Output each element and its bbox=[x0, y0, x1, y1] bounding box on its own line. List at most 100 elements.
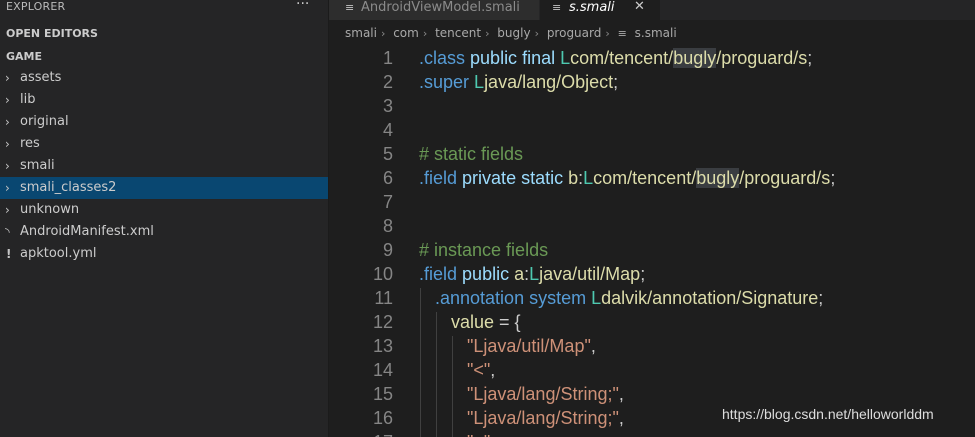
token: b bbox=[568, 168, 579, 188]
line-number: 11 bbox=[374, 288, 393, 308]
tree-item-assets[interactable]: › assets bbox=[0, 67, 328, 89]
breadcrumb-item[interactable]: bugly bbox=[497, 26, 530, 40]
line-number: 2 bbox=[382, 72, 393, 92]
chevron-right-icon: › bbox=[5, 159, 10, 173]
token: ; bbox=[830, 168, 836, 188]
code-line: .field public a:Ljava/util/Map; bbox=[419, 264, 645, 285]
line-number: 10 bbox=[372, 264, 393, 284]
token: .annotation bbox=[435, 288, 525, 308]
chevron-right-icon: › bbox=[380, 27, 386, 40]
line-number: 12 bbox=[372, 312, 393, 332]
line-number: 16 bbox=[372, 408, 393, 428]
tree-item-lib[interactable]: › lib bbox=[0, 89, 328, 111]
token: /proguard/s bbox=[716, 48, 808, 68]
token: "Ljava/lang/String;" bbox=[467, 384, 619, 404]
tree-item-androidmanifest[interactable]: ◝ AndroidManifest.xml bbox=[0, 221, 328, 243]
token: ; bbox=[613, 72, 619, 92]
chevron-right-icon: › bbox=[422, 27, 428, 40]
tree-item-label: smali bbox=[20, 158, 55, 173]
chevron-right-icon: › bbox=[605, 27, 610, 40]
token: value bbox=[451, 312, 495, 332]
lines-file-icon: ≡ bbox=[617, 27, 627, 40]
yaml-file-icon: ! bbox=[6, 247, 12, 261]
code-line: "<", bbox=[467, 360, 495, 381]
token: L bbox=[583, 168, 594, 188]
line-number: 15 bbox=[372, 384, 393, 404]
code-line: .class public final Lcom/tencent/bugly/p… bbox=[419, 48, 812, 69]
chevron-right-icon: › bbox=[5, 137, 10, 151]
breadcrumb: smali › com › tencent › bugly › proguard › ≡ … bbox=[329, 22, 975, 44]
line-number: 6 bbox=[382, 168, 393, 188]
breadcrumb-item[interactable]: tencent bbox=[435, 26, 481, 40]
token: /proguard/s bbox=[739, 168, 831, 188]
line-number: 9 bbox=[382, 240, 393, 260]
line-number: 8 bbox=[382, 216, 393, 236]
token: L bbox=[529, 264, 540, 284]
token: a bbox=[514, 264, 525, 284]
close-icon[interactable]: ✕ bbox=[634, 0, 645, 15]
token: java/lang/Object bbox=[484, 72, 614, 92]
tab-s-smali[interactable]: ≡ s.smali ✕ bbox=[540, 0, 660, 20]
code-comment: # instance fields bbox=[419, 240, 549, 260]
tree-item-apktool[interactable]: ! apktool.yml bbox=[0, 243, 328, 265]
token: = { bbox=[494, 312, 521, 332]
breadcrumb-item[interactable]: com bbox=[393, 26, 419, 40]
token: ; bbox=[807, 48, 813, 68]
token: , bbox=[590, 336, 596, 356]
token: dalvik/annotation/Signature bbox=[601, 288, 819, 308]
code-line: "Ljava/lang/String;", bbox=[467, 384, 624, 405]
line-number: 17 bbox=[329, 432, 393, 437]
breadcrumb-item[interactable]: proguard bbox=[547, 26, 602, 40]
tree-item-smali[interactable]: › smali bbox=[0, 155, 328, 177]
tab-label: s.smali bbox=[569, 0, 615, 15]
code-line: "Ljava/util/Map", bbox=[467, 336, 596, 357]
token: L bbox=[591, 288, 602, 308]
tree-item-label: unknown bbox=[20, 202, 80, 217]
code-line: .annotation system Ldalvik/annotation/Si… bbox=[435, 288, 823, 309]
code-line: .field private static b:Lcom/tencent/bug… bbox=[419, 168, 835, 189]
code-line: ">", bbox=[467, 432, 495, 437]
chevron-right-icon: › bbox=[5, 93, 10, 107]
folder-game-section[interactable]: GAME bbox=[6, 50, 42, 63]
indent-guide bbox=[452, 336, 453, 437]
code-line: value = { bbox=[451, 312, 521, 333]
token: ">" bbox=[467, 432, 490, 437]
token: public bbox=[462, 264, 510, 284]
chevron-right-icon: › bbox=[5, 203, 10, 217]
chevron-right-icon: › bbox=[485, 27, 490, 40]
token: , bbox=[618, 384, 624, 404]
tree-item-original[interactable]: › original bbox=[0, 111, 328, 133]
token: java/util/Map bbox=[539, 264, 641, 284]
line-number: 13 bbox=[372, 336, 393, 356]
tree-item-label: smali_classes2 bbox=[20, 180, 117, 195]
tree-item-label: AndroidManifest.xml bbox=[20, 224, 154, 239]
tree-item-label: apktool.yml bbox=[20, 246, 97, 261]
token: , bbox=[490, 432, 495, 437]
tree-item-smali-classes2[interactable]: › smali_classes2 bbox=[0, 177, 328, 199]
token: bugly bbox=[673, 48, 717, 68]
chevron-right-icon: › bbox=[534, 27, 539, 40]
indent-guide bbox=[420, 288, 421, 437]
breadcrumb-item[interactable]: smali bbox=[345, 26, 377, 40]
lines-file-icon: ≡ bbox=[345, 1, 355, 14]
token: "Ljava/lang/String;" bbox=[467, 408, 619, 428]
token: "Ljava/util/Map" bbox=[467, 336, 591, 356]
code-editor[interactable]: 1 2 3 4 5 6 7 8 9 10 11 12 13 14 15 16 1… bbox=[329, 44, 975, 437]
chevron-right-icon: › bbox=[5, 71, 10, 85]
token: ; bbox=[818, 288, 824, 308]
line-number: 4 bbox=[382, 120, 393, 140]
tree-item-unknown[interactable]: › unknown bbox=[0, 199, 328, 221]
token: bugly bbox=[696, 168, 740, 188]
tab-androidviewmodel[interactable]: ≡ AndroidViewModel.smali bbox=[329, 0, 539, 20]
tree-item-res[interactable]: › res bbox=[0, 133, 328, 155]
open-editors-section[interactable]: OPEN EDITORS bbox=[6, 27, 98, 40]
tree-item-label: res bbox=[20, 136, 40, 151]
breadcrumb-item[interactable]: s.smali bbox=[635, 26, 677, 40]
more-actions-icon[interactable]: ··· bbox=[296, 0, 309, 12]
token: system bbox=[529, 288, 587, 308]
token: , bbox=[490, 360, 496, 380]
tree-item-label: lib bbox=[20, 92, 36, 107]
lines-file-icon: ≡ bbox=[552, 1, 562, 14]
tree-item-label: assets bbox=[20, 70, 62, 85]
tree-item-label: original bbox=[20, 114, 69, 129]
